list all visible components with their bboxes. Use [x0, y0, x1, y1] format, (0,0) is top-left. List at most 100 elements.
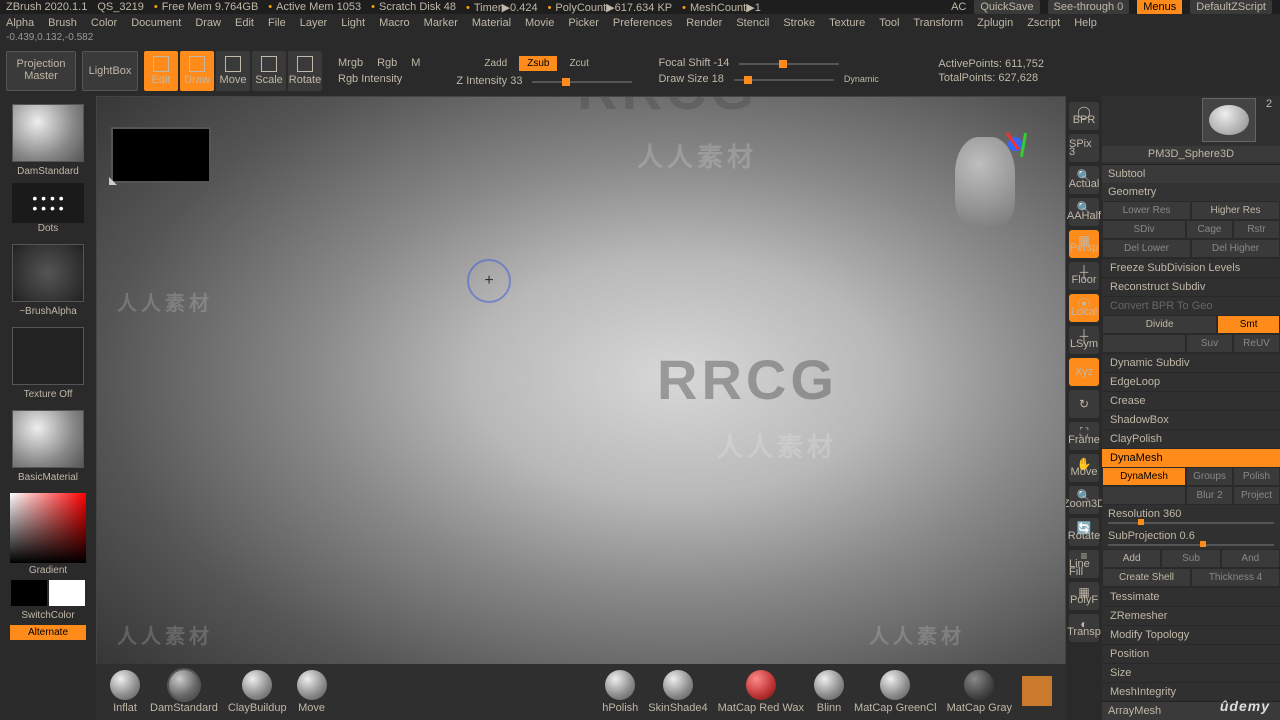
higher-res-button[interactable]: Higher Res [1191, 201, 1280, 220]
secondary-color[interactable] [11, 580, 47, 606]
viewport-spix-3-button[interactable]: SPix 3 [1069, 134, 1099, 162]
viewport-persp-button[interactable]: ▦Persp [1069, 230, 1099, 258]
shelf-redwax[interactable]: MatCap Red Wax [718, 670, 804, 714]
dynamic-subdiv-header[interactable]: Dynamic Subdiv [1102, 353, 1280, 372]
modify-topology-header[interactable]: Modify Topology [1102, 625, 1280, 644]
menu-layer[interactable]: Layer [300, 17, 328, 29]
smt-toggle[interactable]: Smt [1217, 315, 1280, 334]
texture-thumbnail[interactable] [12, 327, 84, 385]
rstr-button[interactable]: Rstr [1233, 220, 1280, 239]
menu-help[interactable]: Help [1074, 17, 1097, 29]
shelf-inflat[interactable]: Inflat [110, 670, 140, 714]
menu-draw[interactable]: Draw [195, 17, 221, 29]
reuv-button[interactable]: ReUV [1233, 334, 1280, 353]
quicksave-button[interactable]: QuickSave [974, 0, 1039, 14]
alpha-thumbnail[interactable] [12, 244, 84, 302]
shelf-move[interactable]: Move [297, 670, 327, 714]
tool-thumbnail[interactable] [1202, 98, 1256, 142]
material-thumbnail[interactable] [12, 410, 84, 468]
mrgb-option[interactable]: Mrgb [338, 57, 363, 69]
shelf-extra[interactable] [1022, 676, 1052, 708]
dynamic-toggle[interactable]: Dynamic [844, 74, 879, 84]
color-picker[interactable] [10, 493, 86, 563]
viewport-transp-button[interactable]: ◐Transp [1069, 614, 1099, 642]
edgeloop-header[interactable]: EdgeLoop [1102, 372, 1280, 391]
cage-button[interactable]: Cage [1186, 220, 1233, 239]
menu-marker[interactable]: Marker [424, 17, 458, 29]
menu-zscript[interactable]: Zscript [1027, 17, 1060, 29]
menu-movie[interactable]: Movie [525, 17, 554, 29]
menus-toggle[interactable]: Menus [1137, 0, 1182, 14]
move-mode-button[interactable]: Move [216, 51, 250, 91]
primary-color[interactable] [49, 580, 85, 606]
edit-mode-button[interactable]: Edit [144, 51, 178, 91]
viewport-canvas[interactable]: RRCG 人人素材 RRCG 人人素材 人人素材 人人素材 人人素材 [96, 96, 1066, 720]
shelf-gray[interactable]: MatCap Gray [947, 670, 1012, 714]
lightbox-button[interactable]: LightBox [82, 51, 138, 91]
and-button[interactable]: And [1221, 549, 1280, 568]
zcut-button[interactable]: Zcut [561, 56, 596, 71]
viewport-line-fill-button[interactable]: ≡Line Fill [1069, 550, 1099, 578]
dynamesh-header[interactable]: DynaMesh [1102, 448, 1280, 467]
sub-button[interactable]: Sub [1161, 549, 1220, 568]
groups-toggle[interactable]: Groups [1186, 467, 1233, 486]
menu-alpha[interactable]: Alpha [6, 17, 34, 29]
head-preview-icon[interactable] [955, 137, 1015, 227]
menu-brush[interactable]: Brush [48, 17, 77, 29]
project-toggle[interactable]: Project [1233, 486, 1280, 505]
del-higher-button[interactable]: Del Higher [1191, 239, 1280, 258]
blur-slider[interactable]: Blur 2 [1186, 486, 1233, 505]
shelf-claybuildup[interactable]: ClayBuildup [228, 670, 287, 714]
viewport-aahalf-button[interactable]: 🔍AAHalf [1069, 198, 1099, 226]
reference-thumbnail[interactable] [111, 127, 211, 183]
size-header[interactable]: Size [1102, 663, 1280, 682]
viewport-polyf-button[interactable]: ▦PolyF [1069, 582, 1099, 610]
shelf-damstandard[interactable]: DamStandard [150, 670, 218, 714]
switch-color-button[interactable]: SwitchColor [10, 608, 86, 623]
reconstruct-subdiv-button[interactable]: Reconstruct Subdiv [1102, 277, 1280, 296]
viewport-zoom3d-button[interactable]: 🔍Zoom3D [1069, 486, 1099, 514]
menu-tool[interactable]: Tool [879, 17, 899, 29]
menu-preferences[interactable]: Preferences [613, 17, 672, 29]
tessimate-header[interactable]: Tessimate [1102, 587, 1280, 606]
zadd-button[interactable]: Zadd [476, 56, 515, 71]
menu-transform[interactable]: Transform [913, 17, 963, 29]
alternate-button[interactable]: Alternate [10, 625, 86, 640]
dynamesh-button[interactable]: DynaMesh [1102, 467, 1186, 486]
zsub-button[interactable]: Zsub [519, 56, 557, 71]
z-intensity-slider[interactable]: Z Intensity 33 [456, 75, 522, 87]
axis-gizmo-icon[interactable] [1011, 127, 1025, 154]
scale-mode-button[interactable]: Scale [252, 51, 286, 91]
viewport-actual-button[interactable]: 🔍Actual [1069, 166, 1099, 194]
brush-thumbnail[interactable] [12, 104, 84, 162]
shadowbox-header[interactable]: ShadowBox [1102, 410, 1280, 429]
gradient-label[interactable]: Gradient [29, 565, 67, 576]
menu-texture[interactable]: Texture [829, 17, 865, 29]
focal-shift-slider[interactable]: Focal Shift -14 [658, 57, 729, 69]
thickness-slider[interactable]: Thickness 4 [1191, 568, 1280, 587]
viewport-local-button[interactable]: ⦿Local [1069, 294, 1099, 322]
zremesher-header[interactable]: ZRemesher [1102, 606, 1280, 625]
polish-toggle[interactable]: Polish [1233, 467, 1280, 486]
menu-stroke[interactable]: Stroke [783, 17, 815, 29]
rotate-mode-button[interactable]: Rotate [288, 51, 322, 91]
menu-document[interactable]: Document [131, 17, 181, 29]
viewport-floor-button[interactable]: ┼Floor [1069, 262, 1099, 290]
default-zscript[interactable]: DefaultZScript [1190, 0, 1272, 14]
shelf-blinn[interactable]: Blinn [814, 670, 844, 714]
rgb-intensity-label[interactable]: Rgb Intensity [338, 73, 402, 85]
viewport-rotate-button[interactable]: 🔄Rotate [1069, 518, 1099, 546]
menu-render[interactable]: Render [686, 17, 722, 29]
seethrough-slider[interactable]: See-through 0 [1048, 0, 1130, 14]
menu-stencil[interactable]: Stencil [736, 17, 769, 29]
viewport-bpr-button[interactable]: ◯BPR [1069, 102, 1099, 130]
menu-material[interactable]: Material [472, 17, 511, 29]
lower-res-button[interactable]: Lower Res [1102, 201, 1191, 220]
del-lower-button[interactable]: Del Lower [1102, 239, 1191, 258]
viewport-icon-button[interactable]: ↻ [1069, 390, 1099, 418]
convert-bpr-button[interactable]: Convert BPR To Geo [1102, 296, 1280, 315]
position-header[interactable]: Position [1102, 644, 1280, 663]
add-button[interactable]: Add [1102, 549, 1161, 568]
viewport-lsym-button[interactable]: ┼LSym [1069, 326, 1099, 354]
menu-macro[interactable]: Macro [379, 17, 410, 29]
